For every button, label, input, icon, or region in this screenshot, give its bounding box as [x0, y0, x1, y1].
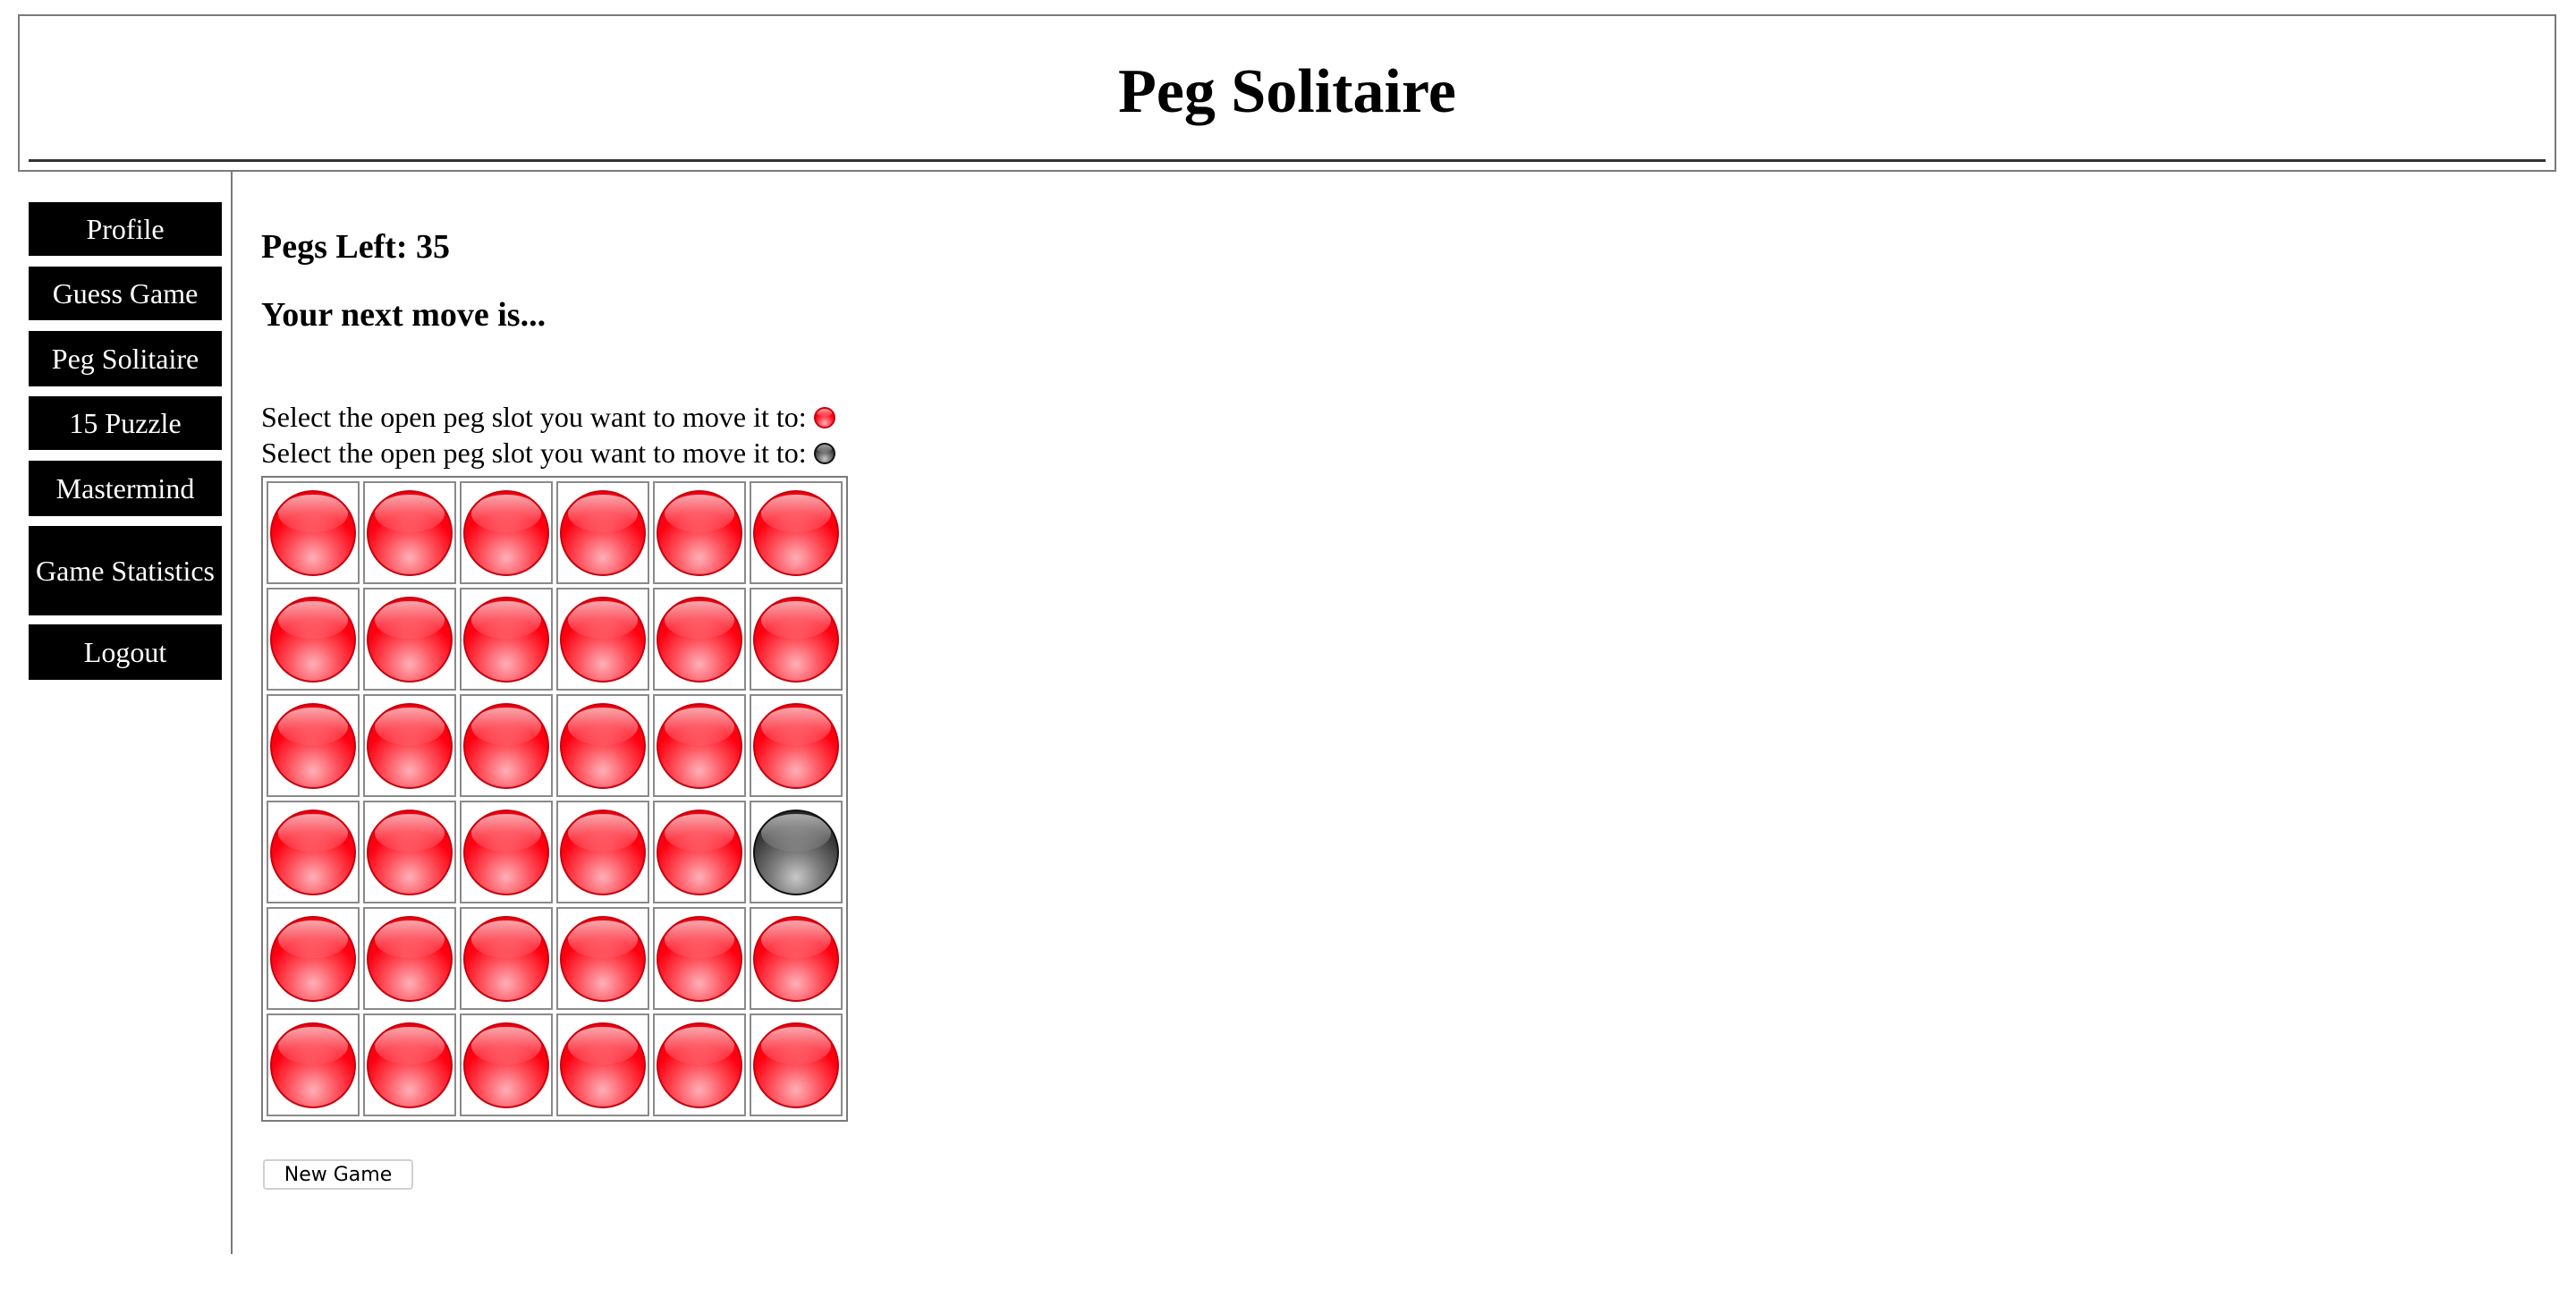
sidebar-item-logout[interactable]: Logout: [29, 624, 222, 680]
sidebar-item-game-statistics[interactable]: Game Statistics: [29, 526, 222, 615]
red-ball-icon: [753, 489, 839, 576]
red-ball-icon: [753, 702, 839, 789]
sidebar-item-profile[interactable]: Profile: [29, 202, 222, 256]
board-cell[interactable]: [363, 694, 456, 797]
board-cell[interactable]: [460, 1013, 553, 1116]
board-cell[interactable]: [556, 907, 649, 1010]
sidebar-item-guess-game[interactable]: Guess Game: [29, 267, 222, 320]
red-ball-icon: [367, 915, 453, 1002]
board-cell[interactable]: [460, 588, 553, 691]
instruction-text: Select the open peg slot you want to mov…: [261, 437, 807, 469]
red-ball-icon: [463, 596, 549, 683]
board-cell[interactable]: [460, 694, 553, 797]
page-title: Peg Solitaire: [1118, 57, 1456, 126]
red-ball-icon: [463, 915, 549, 1002]
board-cell[interactable]: [267, 588, 360, 691]
board-cell[interactable]: [653, 801, 746, 903]
red-ball-icon: [753, 596, 839, 683]
red-ball-icon: [657, 1022, 742, 1108]
board-cell[interactable]: [653, 907, 746, 1010]
board-cell[interactable]: [363, 907, 456, 1010]
board-cell[interactable]: [750, 694, 843, 797]
red-ball-icon: [463, 702, 549, 789]
red-ball-icon: [753, 1022, 839, 1108]
red-ball-icon: [367, 489, 453, 576]
red-ball-icon: [270, 809, 356, 895]
red-ball-icon: [753, 915, 839, 1002]
board-cell[interactable]: [750, 588, 843, 691]
page-header: Peg Solitaire: [18, 14, 2556, 172]
red-ball-icon: [463, 1022, 549, 1108]
board-cell[interactable]: [653, 588, 746, 691]
red-ball-icon: [367, 596, 453, 683]
red-ball-icon: [657, 809, 742, 895]
red-ball-icon: [367, 702, 453, 789]
red-ball-icon: [270, 489, 356, 576]
red-ball-icon: [463, 809, 549, 895]
board-cell[interactable]: [363, 1013, 456, 1116]
red-ball-icon: [270, 702, 356, 789]
board-cell[interactable]: [556, 481, 649, 584]
board-cell[interactable]: [556, 588, 649, 691]
board-cell[interactable]: [653, 694, 746, 797]
red-ball-icon: [560, 702, 646, 789]
red-ball-icon: [367, 809, 453, 895]
board-cell[interactable]: [653, 1013, 746, 1116]
board-cell[interactable]: [556, 694, 649, 797]
sidebar-item-mastermind[interactable]: Mastermind: [29, 461, 222, 516]
board-cell[interactable]: [750, 801, 843, 903]
peg-board: [261, 476, 848, 1122]
red-ball-icon: [560, 1022, 646, 1108]
board-cell[interactable]: [363, 481, 456, 584]
red-ball-icon: [367, 1022, 453, 1108]
board-cell[interactable]: [460, 801, 553, 903]
instruction-text: Select the open peg slot you want to mov…: [261, 401, 807, 433]
board-cell[interactable]: [750, 907, 843, 1010]
red-ball-icon: [560, 915, 646, 1002]
red-ball-icon: [813, 406, 835, 428]
board-cell[interactable]: [267, 481, 360, 584]
red-ball-icon: [560, 596, 646, 683]
instruction-select-slot: Select the open peg slot you want to mov…: [261, 437, 835, 470]
red-ball-icon: [560, 489, 646, 576]
sidebar-item-peg-solitaire[interactable]: Peg Solitaire: [29, 331, 222, 386]
board-cell[interactable]: [750, 1013, 843, 1116]
red-ball-icon: [270, 1022, 356, 1108]
red-ball-icon: [463, 489, 549, 576]
board-cell[interactable]: [267, 801, 360, 903]
board-cell[interactable]: [267, 907, 360, 1010]
gray-ball-icon: [813, 442, 835, 464]
pegs-left-counter: Pegs Left: 35: [261, 228, 451, 266]
board-cell[interactable]: [750, 481, 843, 584]
red-ball-icon: [657, 915, 742, 1002]
board-cell[interactable]: [556, 1013, 649, 1116]
red-ball-icon: [657, 596, 742, 683]
red-ball-icon: [657, 702, 742, 789]
board-cell[interactable]: [363, 588, 456, 691]
board-cell[interactable]: [267, 694, 360, 797]
peg-board-grid: [267, 481, 843, 1116]
new-game-button[interactable]: New Game: [263, 1159, 413, 1190]
sidebar-item-15-puzzle[interactable]: 15 Puzzle: [29, 396, 222, 450]
board-cell[interactable]: [460, 907, 553, 1010]
red-ball-icon: [270, 915, 356, 1002]
gray-ball-icon: [753, 809, 839, 895]
red-ball-icon: [560, 809, 646, 895]
next-move-heading: Your next move is...: [261, 296, 547, 334]
board-cell[interactable]: [556, 801, 649, 903]
header-divider: [29, 159, 2546, 162]
board-cell[interactable]: [267, 1013, 360, 1116]
board-cell[interactable]: [653, 481, 746, 584]
board-cell[interactable]: [460, 481, 553, 584]
red-ball-icon: [657, 489, 742, 576]
instruction-select-peg: Select the open peg slot you want to mov…: [261, 401, 835, 434]
red-ball-icon: [270, 596, 356, 683]
board-cell[interactable]: [363, 801, 456, 903]
sidebar-nav: Profile Guess Game Peg Solitaire 15 Puzz…: [0, 172, 233, 1254]
